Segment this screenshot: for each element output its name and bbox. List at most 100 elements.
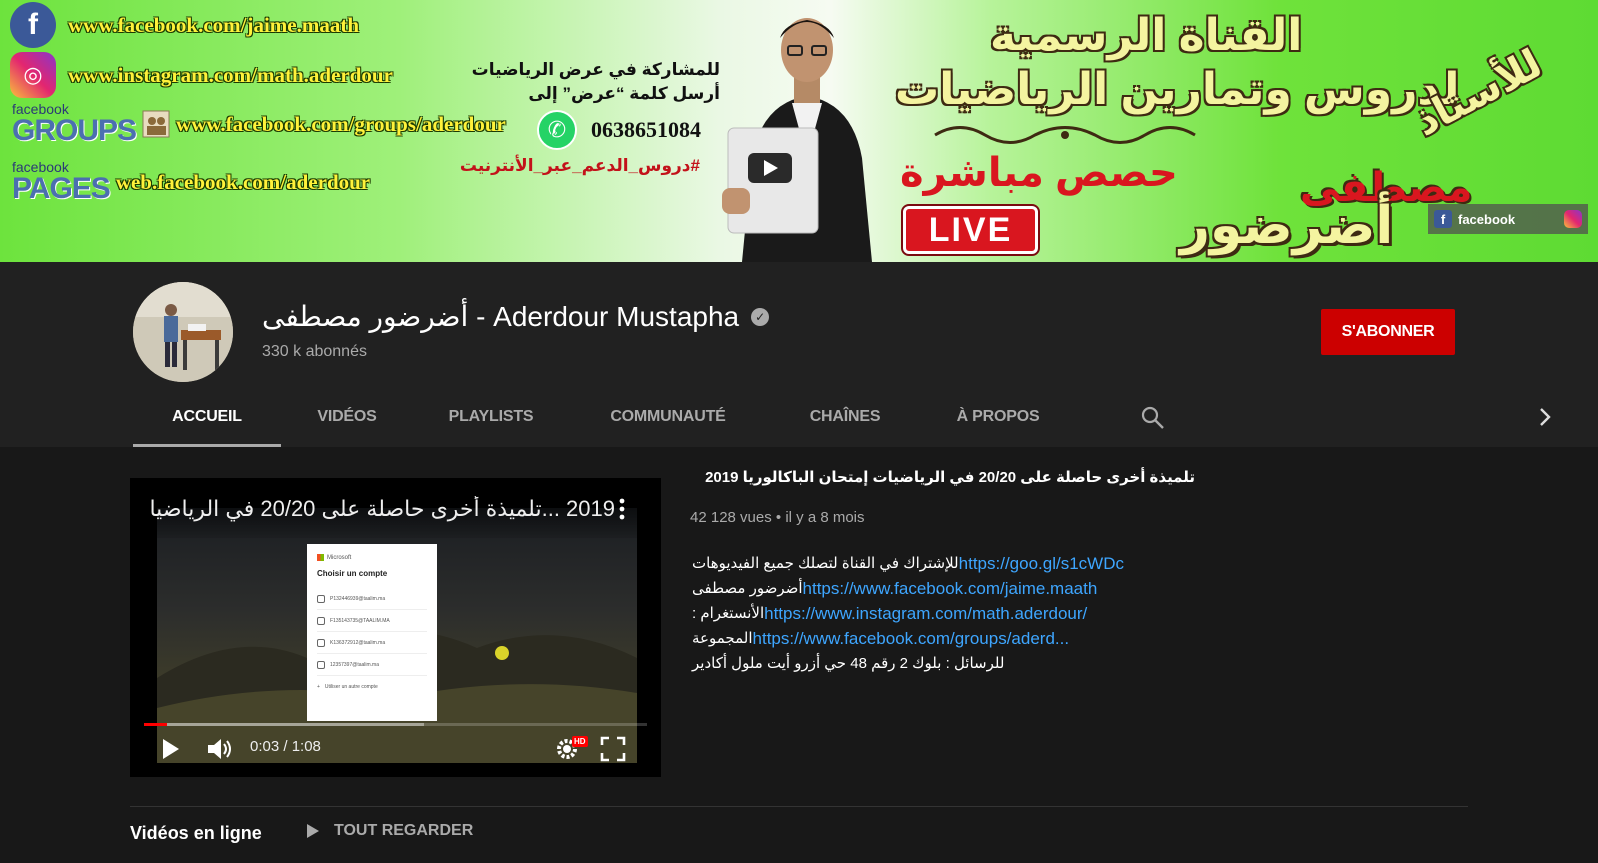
- banner-pages-url: web.facebook.com/aderdour: [115, 169, 371, 194]
- banner-groups-row: facebook GROUPS www.facebook.com/groups/…: [12, 102, 506, 146]
- more-vert-icon[interactable]: [618, 498, 626, 520]
- description-line: للإشتراك في القناة لتصلك جميع الفيديوهات…: [692, 551, 1124, 576]
- progress-played: [144, 723, 167, 726]
- search-icon[interactable]: [1140, 405, 1166, 431]
- description-text: المجموعة: [692, 630, 753, 647]
- avatar-photo: [133, 282, 233, 382]
- player-time: 0:03 / 1:08: [250, 738, 321, 755]
- participate-line-2: أرسل كلمة “عرض” إلى: [528, 84, 720, 103]
- description-text: للإشتراك في القناة لتصلك جميع الفيديوهات: [692, 555, 959, 572]
- ms-account: 12357397@taalim.ma: [330, 661, 379, 668]
- banner-professor: للأستاذ: [1407, 41, 1549, 145]
- hd-badge: HD: [572, 736, 588, 747]
- banner-live-badge: LIVE: [903, 206, 1038, 254]
- facebook-small-icon: f: [1434, 210, 1452, 228]
- channel-name: أضرضور مصطفى - Aderdour Mustapha: [262, 301, 740, 332]
- banner-hashtag: #دروس_الدعم_عبر_الأنترنيت: [459, 156, 700, 175]
- subscribe-button[interactable]: S'ABONNER: [1321, 309, 1455, 355]
- subscriber-count: 330 k abonnés: [262, 343, 367, 360]
- ms-account: P132446939@taalim.ma: [330, 595, 386, 602]
- fullscreen-icon[interactable]: [600, 736, 626, 762]
- ms-account: K136372912@taalim.ma: [330, 639, 386, 646]
- presenter-photo: [722, 18, 872, 262]
- whatsapp-icon: ✆: [537, 110, 577, 150]
- participate-line-1: للمشاركة في عرض الرياضيات: [471, 60, 720, 79]
- description-link[interactable]: https://www.facebook.com/jaime.maath: [803, 576, 1098, 601]
- banner-social-facebook-label: facebook: [1458, 211, 1516, 227]
- ms-account: F135143735@TAALIM.MA: [330, 617, 390, 624]
- facebook-icon: f: [10, 2, 56, 48]
- microsoft-account-dialog: Microsoft Choisir un compte P132446939@t…: [307, 544, 437, 721]
- description-line: الأنستغرام : https://www.instagram.com/ma…: [692, 601, 1122, 626]
- player-overlay-title[interactable]: 2019 ...تلميذة أخرى حاصلة على 20/20 في ا…: [150, 496, 615, 522]
- description-line: المجموعة https://www.facebook.com/groups/…: [692, 626, 1122, 651]
- tab-accueil[interactable]: ACCUEIL: [133, 387, 281, 447]
- featured-video-title[interactable]: تلميذة أخرى حاصلة على 20/20 في الرياضيات…: [700, 468, 1195, 486]
- tab-a-propos[interactable]: À PROPOS: [943, 387, 1053, 447]
- ms-other: Utiliser un autre compte: [324, 684, 378, 690]
- channel-home: Microsoft Choisir un compte P132446939@t…: [0, 447, 1598, 863]
- facebook-groups-badge: facebook GROUPS: [12, 102, 137, 147]
- chevron-right-icon[interactable]: [1533, 405, 1557, 429]
- cursor-dot: [495, 646, 509, 660]
- banner-title-line-1: القناة الرسمية: [990, 11, 1303, 60]
- channel-banner: f www.facebook.com/jaime.maath ◎ www.ins…: [0, 0, 1598, 262]
- play-icon[interactable]: [160, 736, 182, 762]
- ms-account-row: K136372912@taalim.ma: [317, 632, 427, 654]
- channel-header: أضرضور مصطفى - Aderdour Mustapha ✓ 330 k…: [0, 262, 1598, 447]
- group-users-icon: [142, 110, 170, 138]
- groups-badge-big: GROUPS: [12, 114, 137, 147]
- tab-playlists[interactable]: PLAYLISTS: [440, 387, 542, 447]
- tab-communaute[interactable]: COMMUNAUTÉ: [603, 387, 733, 447]
- banner-whatsapp-row: ✆ 0638651084: [537, 110, 701, 150]
- banner-facebook-row: f www.facebook.com/jaime.maath: [10, 2, 359, 48]
- banner-facebook-url: www.facebook.com/jaime.maath: [68, 12, 360, 37]
- progress-bar[interactable]: [144, 723, 647, 726]
- facebook-pages-badge: facebook PAGES: [12, 160, 111, 205]
- channel-title-row: أضرضور مصطفى - Aderdour Mustapha ✓: [262, 300, 770, 333]
- play-all-button[interactable]: TOUT REGARDER: [306, 822, 473, 840]
- description-link[interactable]: https://www.instagram.com/math.aderdour/: [764, 601, 1087, 626]
- instagram-small-icon: [1564, 210, 1582, 228]
- featured-video-description: للإشتراك في القناة لتصلك جميع الفيديوهات…: [692, 551, 1124, 676]
- banner-participate-text: للمشاركة في عرض الرياضيات أرسل كلمة “عرض…: [470, 58, 720, 106]
- banner-social-links[interactable]: f facebook: [1428, 204, 1588, 234]
- banner-instagram-row: ◎ www.instagram.com/math.aderdour: [10, 52, 393, 98]
- description-link[interactable]: https://goo.gl/s1cWDc: [959, 551, 1124, 576]
- play-all-label: TOUT REGARDER: [334, 822, 474, 839]
- section-divider: [130, 806, 1468, 807]
- play-all-icon: [307, 824, 319, 838]
- description-text: للرسائل : بلوك 2 رقم 48 حي أزرو أيت ملول…: [692, 655, 1005, 672]
- ms-account-row: 12357397@taalim.ma: [317, 654, 427, 676]
- volume-icon[interactable]: [206, 736, 234, 762]
- shelf-title[interactable]: Vidéos en ligne: [130, 823, 262, 844]
- pages-badge-big: PAGES: [12, 172, 111, 205]
- ms-brand: Microsoft: [327, 554, 352, 561]
- channel-tabs: ACCUEIL VIDÉOS PLAYLISTS COMMUNAUTÉ CHAÎ…: [133, 387, 1568, 447]
- ms-other-row: + Utiliser un autre compte: [317, 684, 378, 690]
- banner-title-line-2: لدروس وتمارين الرياضيات: [895, 65, 1460, 114]
- description-line: أضرضور مصطفى https://www.facebook.com/jai…: [692, 576, 1122, 601]
- ms-account-row: P132446939@taalim.ma: [317, 588, 427, 610]
- tab-chaines[interactable]: CHAÎNES: [795, 387, 895, 447]
- description-link[interactable]: https://www.facebook.com/groups/aderd...: [753, 626, 1070, 651]
- video-player[interactable]: Microsoft Choisir un compte P132446939@t…: [130, 478, 661, 777]
- ms-heading: Choisir un compte: [317, 569, 388, 578]
- progress-loaded: [144, 723, 424, 726]
- ms-account-row: F135143735@TAALIM.MA: [317, 610, 427, 632]
- microsoft-logo: Microsoft: [317, 554, 427, 561]
- ornament-divider: [934, 126, 1196, 144]
- banner-groups-url: www.facebook.com/groups/aderdour: [176, 111, 506, 136]
- banner-instagram-url: www.instagram.com/math.aderdour: [68, 62, 393, 87]
- instagram-icon: ◎: [10, 52, 56, 98]
- tab-videos[interactable]: VIDÉOS: [296, 387, 398, 447]
- verified-check-icon: ✓: [751, 307, 770, 326]
- banner-phone: 0638651084: [591, 117, 701, 142]
- channel-avatar[interactable]: [133, 282, 233, 382]
- banner-name-last: أضرضور: [1180, 197, 1394, 255]
- featured-video-meta: 42 128 vues • il y a 8 mois: [690, 509, 865, 526]
- banner-pages-row: facebook PAGES web.facebook.com/aderdour: [12, 160, 370, 204]
- description-line: للرسائل : بلوك 2 رقم 48 حي أزرو أيت ملول…: [692, 651, 1122, 676]
- description-text: أضرضور مصطفى: [692, 580, 803, 597]
- banner-live-arabic: حصص مباشرة: [900, 151, 1178, 195]
